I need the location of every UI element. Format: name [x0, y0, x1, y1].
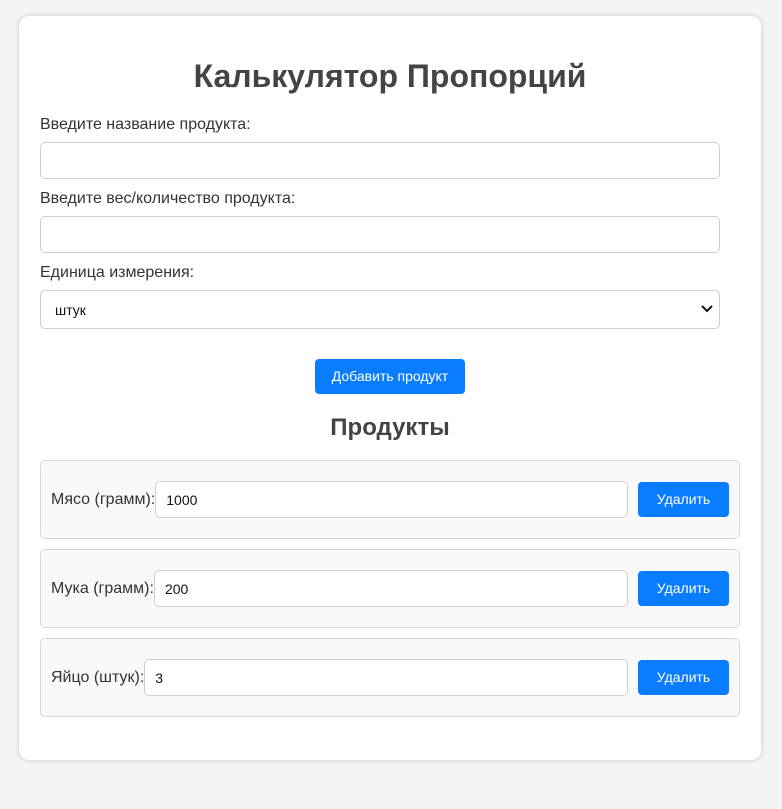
delete-product-button[interactable]: Удалить: [638, 660, 729, 695]
products-heading: Продукты: [330, 414, 450, 441]
delete-product-button[interactable]: Удалить: [638, 482, 729, 517]
product-amount-value: 1000: [166, 491, 198, 508]
product-amount-input[interactable]: 200: [153, 570, 628, 607]
product-row: Мука (грамм): 200 Удалить: [40, 549, 740, 628]
product-amount-value: 3: [155, 669, 164, 686]
product-label: Яйцо (штук):: [51, 668, 145, 686]
product-label: Мука (грамм):: [51, 579, 154, 597]
unit-select-value: штук: [55, 302, 86, 318]
page-title: Калькулятор Пропорций: [193, 58, 587, 94]
add-button-wrapper: Добавить продукт: [40, 359, 740, 394]
product-name-input[interactable]: [40, 142, 720, 179]
product-amount-value: 200: [164, 580, 189, 597]
product-name-label: Введите название продукта:: [40, 116, 251, 133]
add-product-button[interactable]: Добавить продукт: [315, 359, 465, 394]
product-list: Мясо (грамм): 1000 Удалить Мука (грамм):…: [40, 460, 740, 717]
product-label: Мясо (грамм):: [51, 490, 156, 508]
product-quantity-input[interactable]: [40, 216, 720, 253]
unit-select[interactable]: штук: [40, 290, 720, 329]
delete-product-button[interactable]: Удалить: [638, 571, 729, 606]
product-row: Мясо (грамм): 1000 Удалить: [40, 460, 740, 539]
unit-label: Единица измерения:: [40, 264, 195, 281]
product-amount-input[interactable]: 1000: [155, 481, 628, 518]
calculator-card: Калькулятор Пропорций Введите название п…: [19, 16, 761, 760]
product-amount-input[interactable]: 3: [144, 659, 628, 696]
product-quantity-label: Введите вес/количество продукта:: [40, 190, 296, 207]
chevron-down-icon: [701, 305, 713, 313]
product-row: Яйцо (штук): 3 Удалить: [40, 638, 740, 717]
